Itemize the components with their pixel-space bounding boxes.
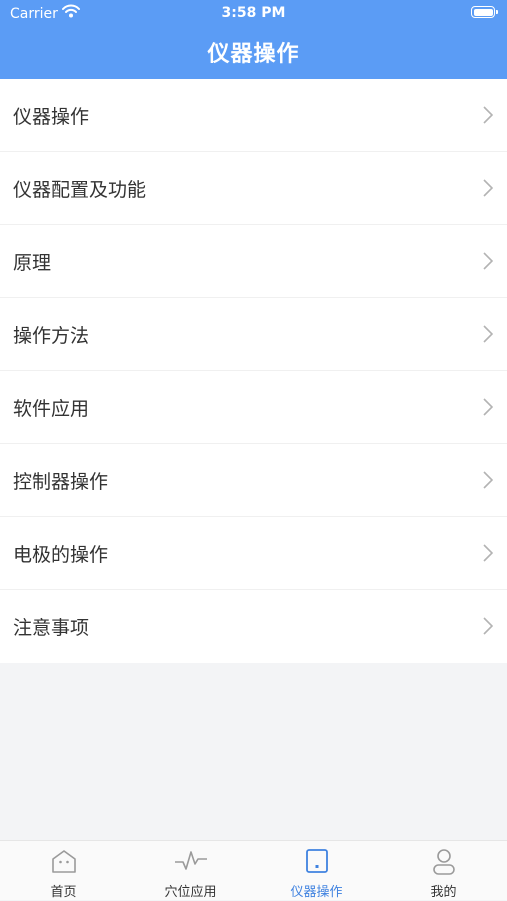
chevron-right-icon (483, 179, 493, 197)
chevron-right-icon (483, 544, 493, 562)
menu-item-label: 原理 (13, 252, 52, 274)
home-icon (51, 850, 76, 873)
menu-item-configuration[interactable]: 仪器配置及功能 (0, 152, 507, 225)
menu-item-electrode[interactable]: 电极的操作 (0, 517, 507, 590)
menu-item-software[interactable]: 软件应用 (0, 371, 507, 444)
menu-item-method[interactable]: 操作方法 (0, 298, 507, 371)
user-icon (432, 849, 455, 875)
menu-item-label: 操作方法 (13, 325, 90, 347)
battery-icon (471, 6, 498, 18)
clock: 3:58 PM (221, 5, 286, 21)
tab-label: 仪器操作 (290, 885, 343, 900)
menu-item-instrument-operation[interactable]: 仪器操作 (0, 79, 507, 152)
tab-label: 首页 (50, 885, 77, 900)
tab-label: 穴位应用 (164, 885, 217, 900)
tab-home[interactable]: 首页 (0, 841, 127, 901)
tab-bar: 首页 穴位应用 仪器操作 我的 (0, 840, 507, 900)
chevron-right-icon (483, 106, 493, 124)
menu-item-label: 仪器操作 (13, 106, 90, 128)
tab-label: 我的 (430, 885, 457, 900)
tab-instrument[interactable]: 仪器操作 (253, 841, 380, 901)
status-bar: Carrier 3:58 PM (0, 0, 507, 28)
pulse-icon (174, 851, 207, 870)
menu-item-label: 控制器操作 (13, 471, 109, 493)
chevron-right-icon (483, 398, 493, 416)
tab-profile[interactable]: 我的 (380, 841, 507, 901)
chevron-right-icon (483, 471, 493, 489)
menu-item-label: 注意事项 (13, 617, 90, 639)
chevron-right-icon (483, 617, 493, 635)
device-icon (305, 849, 328, 873)
page-title: 仪器操作 (207, 42, 300, 67)
navigation-header: Carrier 3:58 PM 仪器操作 (0, 0, 507, 79)
tab-acupoint[interactable]: 穴位应用 (127, 841, 254, 901)
chevron-right-icon (483, 252, 493, 270)
menu-item-label: 电极的操作 (13, 544, 109, 566)
menu-item-principle[interactable]: 原理 (0, 225, 507, 298)
menu-item-label: 仪器配置及功能 (13, 179, 147, 201)
menu-item-label: 软件应用 (13, 398, 90, 420)
chevron-right-icon (483, 325, 493, 343)
menu-item-controller[interactable]: 控制器操作 (0, 444, 507, 517)
menu-item-precautions[interactable]: 注意事项 (0, 590, 507, 663)
menu-list: 仪器操作 仪器配置及功能 原理 操作方法 软件应用 控制器操作 电极的操作 注意… (0, 79, 507, 663)
